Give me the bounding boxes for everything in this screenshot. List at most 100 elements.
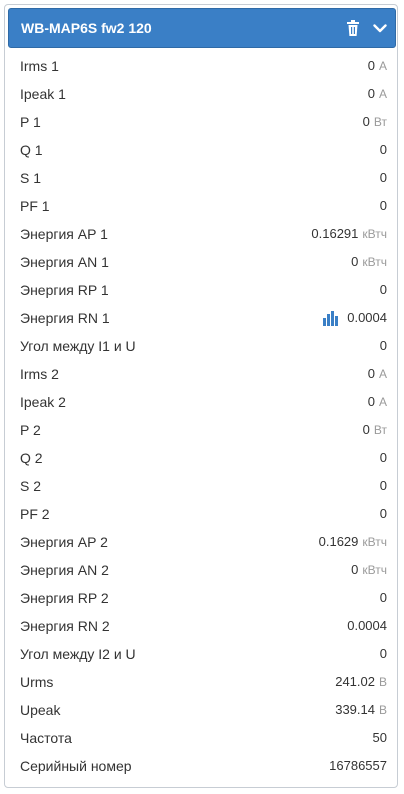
control-label: P 1 [20,114,41,130]
control-value: 0 [379,478,387,493]
controls-list: Irms 1 0 A Ipeak 10AP 1 0 Вт Q 10S 1 0 PF 1 0 Энер… [9,52,395,780]
control-unit: A [378,59,387,73]
control-label: Irms 2 [20,366,59,382]
control-row: S 1 0 [9,164,395,192]
control-value: 0 [367,58,375,73]
control-row: P 2 0 Вт [9,416,395,444]
control-label: Энергия AP 1 [20,226,108,242]
control-value: 339.14 [335,702,375,717]
control-unit: A [378,395,387,409]
control-row: S 2 0 [9,472,395,500]
control-value-group: 0 [380,192,387,220]
control-value: 0 [351,562,359,577]
control-row: Энергия RN 2 0.0004 [9,612,395,640]
control-row: Энергия AP 2 0.1629 кВтч [9,528,395,556]
control-value: 0 [379,646,387,661]
control-unit: A [378,367,387,381]
control-row: PF 2 0 [9,500,395,528]
control-label: Энергия RP 1 [20,282,109,298]
control-value: 0 [362,422,370,437]
control-value: 0.0004 [347,310,387,325]
control-value-group: 0 [380,276,387,304]
control-value-group: 50 [373,724,387,752]
control-row: PF 1 0 [9,192,395,220]
control-unit: Вт [373,115,387,129]
control-label: S 1 [20,170,42,186]
control-value-group: 0.0004 [323,304,387,332]
control-unit: кВтч [362,227,387,241]
control-row: Энергия AN 1 0 кВтч [9,248,395,276]
chevron-down-icon[interactable] [370,18,390,38]
control-value-group: 0.0004 [347,612,387,640]
control-unit: кВтч [362,255,387,269]
control-value: 241.02 [335,674,375,689]
control-label: Urms [20,674,54,690]
control-unit: A [378,87,387,101]
control-value: 0 [379,282,387,297]
control-row: Угол между I2 и U 0 [9,640,395,668]
control-row: Irms 1 0A [9,52,395,80]
control-value-group: 339.14 В [335,696,387,724]
control-value: 0 [379,198,387,213]
control-label: Угол между I2 и U [20,646,136,662]
control-label: Энергия AN 2 [20,562,109,578]
control-row: Энергия RP 1 0 [9,276,395,304]
control-row: P 1 0 Вт [9,108,395,136]
control-label: Угол между I1 и U [20,338,136,354]
control-value-group: 0 [380,332,387,360]
control-label: Q 1 [20,142,43,158]
control-row: Upeak 339.14 В [9,696,395,724]
control-value: 0.0004 [347,618,387,633]
control-label: PF 1 [20,198,50,214]
control-row: Угол между I1 и U 0 [9,332,395,360]
control-value: 0 [379,506,387,521]
control-value-group: 0 [380,136,387,164]
control-label: Ipeak 2 [20,394,66,410]
control-label: Серийный номер [20,758,132,774]
control-row: Ipeak 1 0A [9,80,395,108]
control-value-group: 0 кВтч [351,248,387,276]
control-label: PF 2 [20,506,50,522]
control-unit: кВтч [362,535,387,549]
control-value-group: 0.1629 кВтч [319,528,387,556]
control-value-group: 0 [380,640,387,668]
control-value-group: 0 [380,500,387,528]
control-value-group: 0 [380,584,387,612]
control-label: Ipeak 1 [20,86,66,102]
control-value-group: 0 [380,164,387,192]
control-label: Энергия RN 1 [20,310,110,326]
control-value: 0 [367,394,375,409]
control-value: 16786557 [329,758,387,773]
control-unit: Вт [373,423,387,437]
control-unit: В [378,675,387,689]
control-label: Irms 1 [20,58,59,74]
control-value: 0.1629 [318,534,359,549]
control-value: 0.16291 [311,226,359,241]
control-value: 0 [379,590,387,605]
control-label: Энергия RP 2 [20,590,109,606]
control-value: 0 [351,254,359,269]
control-row: Urms 241.02 В [9,668,395,696]
control-value-group: 0 [380,472,387,500]
control-row: Q 2 0 [9,444,395,472]
control-row: Ipeak 2 0A [9,388,395,416]
control-row: Энергия RP 2 0 [9,584,395,612]
control-value-group: 0.16291 кВтч [311,220,387,248]
bar-chart-icon[interactable] [323,310,339,326]
control-value-group: 0A [368,360,387,388]
control-label: Q 2 [20,450,43,466]
control-value-group: 0A [368,80,387,108]
control-value: 0 [367,86,375,101]
widget-header[interactable]: WB-MAP6S fw2 120 [8,8,396,48]
control-value: 0 [379,142,387,157]
control-value-group: 0A [368,52,387,80]
control-row: Частота 50 [9,724,395,752]
control-label: Энергия RN 2 [20,618,110,634]
control-value-group: 16786557 [329,752,387,780]
control-unit: кВтч [362,563,387,577]
trash-icon[interactable] [343,18,363,38]
control-row: Irms 2 0A [9,360,395,388]
control-value-group: 0 кВтч [351,556,387,584]
control-row: Q 1 0 [9,136,395,164]
control-value: 0 [379,338,387,353]
